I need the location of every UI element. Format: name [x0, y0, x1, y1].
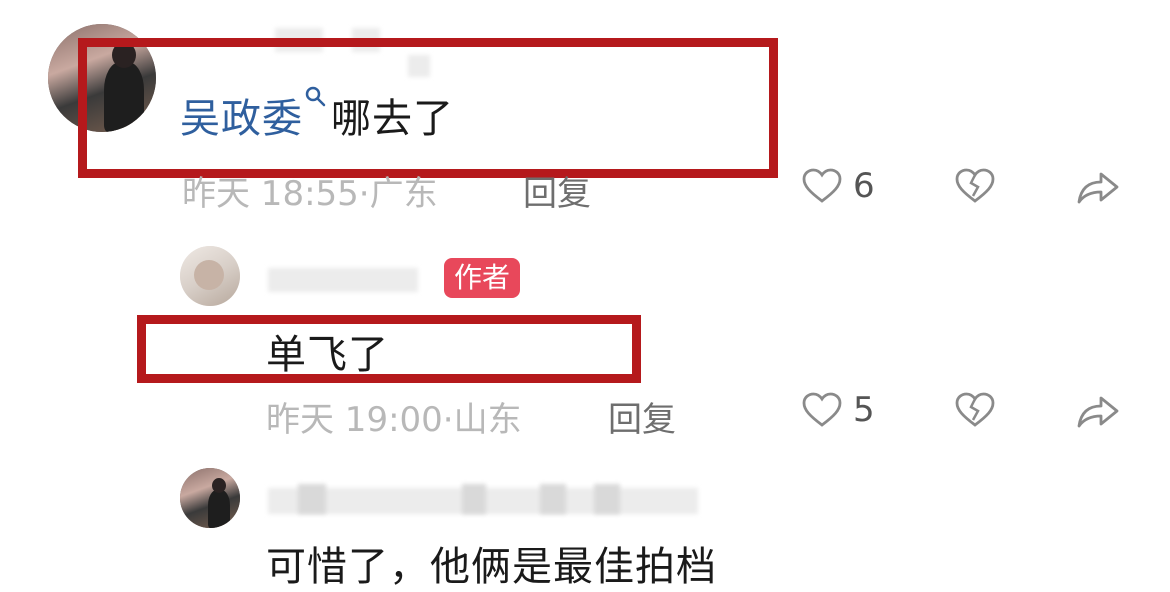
share-arrow-icon[interactable] — [1075, 392, 1121, 430]
comment-meta: 昨天 19:00·山东 — [266, 392, 522, 441]
comment-meta: 昨天 18:55·广东 — [182, 166, 438, 215]
blurred-username — [462, 484, 486, 514]
comment-body: 单飞了 — [266, 332, 389, 378]
comment-time: 昨天 18:55· — [182, 174, 370, 214]
blurred-username — [594, 484, 620, 514]
heart-icon[interactable] — [802, 392, 842, 428]
comment-location: 山东 — [453, 400, 522, 440]
reply-button[interactable]: 回复 — [608, 392, 676, 441]
like-count: 6 — [853, 166, 875, 206]
comment-text: 吴政委 哪去了 — [180, 86, 454, 144]
heart-icon[interactable] — [802, 168, 842, 204]
highlight-box — [137, 315, 641, 383]
like-count: 5 — [853, 390, 875, 430]
blurred-username — [268, 268, 418, 292]
broken-heart-icon[interactable] — [955, 168, 995, 204]
avatar[interactable] — [180, 468, 240, 528]
avatar[interactable] — [180, 246, 240, 306]
share-arrow-icon[interactable] — [1075, 168, 1121, 206]
blurred-username — [298, 484, 326, 514]
comment-time: 昨天 19:00· — [266, 400, 454, 440]
blurred-username — [540, 484, 566, 514]
author-badge: 作者 — [444, 258, 521, 298]
comment-body: 可惜了，他俩是最佳拍档 — [266, 544, 717, 590]
comment-body: 哪去了 — [331, 96, 454, 142]
comment-location: 广东 — [369, 174, 438, 214]
reply-button[interactable]: 回复 — [523, 166, 591, 215]
mentioned-username-link[interactable]: 吴政委 — [180, 96, 303, 142]
broken-heart-icon[interactable] — [955, 392, 995, 428]
search-icon — [305, 86, 327, 108]
